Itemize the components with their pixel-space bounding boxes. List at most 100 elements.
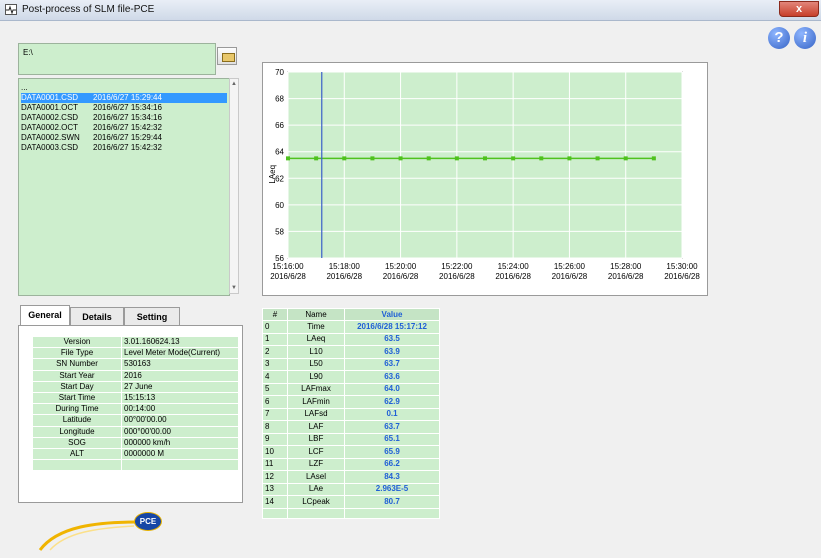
property-key: Start Day xyxy=(33,381,122,393)
table-cell: LAF xyxy=(287,420,345,434)
scroll-down-icon[interactable]: ▼ xyxy=(231,285,237,291)
values-table: # Name Value 0 Time 2016/6/28 15:17:12 1 LAeq 63… xyxy=(262,308,440,519)
data-point xyxy=(651,156,656,161)
property-value: 000°00'00.00 xyxy=(121,426,238,438)
table-cell: 1 xyxy=(262,332,288,346)
property-value: 530163 xyxy=(121,358,238,371)
open-folder-button[interactable] xyxy=(217,47,237,65)
property-row: SOG 000000 km/h xyxy=(33,437,238,449)
table-cell: LZF xyxy=(287,457,345,471)
file-date: 2016/6/27 15:29:44 xyxy=(93,133,162,142)
path-text: E:\ xyxy=(23,48,33,57)
table-cell: 84.3 xyxy=(344,470,440,484)
table-cell: 64.0 xyxy=(344,382,440,396)
file-list-item[interactable]: DATA0002.SWN 2016/6/27 15:29:44 xyxy=(21,133,227,143)
file-list-scrollbar[interactable]: ▲ ▼ xyxy=(229,78,239,294)
close-button[interactable]: x xyxy=(779,1,819,17)
table-cell: LAFmax xyxy=(287,382,345,396)
table-cell: L90 xyxy=(287,370,345,384)
table-row: 11 LZF 66.2 xyxy=(262,457,440,471)
x-tick-time: 15:20:00 xyxy=(385,262,417,271)
file-date: 2016/6/27 15:34:16 xyxy=(93,113,162,122)
table-cell: 12 xyxy=(262,470,288,484)
table-cell: 63.5 xyxy=(344,332,440,346)
file-name: DATA0002.CSD xyxy=(21,113,79,122)
table-cell: 63.9 xyxy=(344,345,440,359)
data-point xyxy=(511,156,516,161)
property-key: Longitude xyxy=(33,426,122,438)
y-tick-label: 68 xyxy=(275,95,284,104)
data-point xyxy=(454,156,459,161)
table-cell: Time xyxy=(287,320,345,334)
table-row-empty xyxy=(262,507,440,519)
table-cell: LCpeak xyxy=(287,495,345,509)
file-name: DATA0001.CSD xyxy=(21,93,79,102)
property-row: Longitude 000°00'00.00 xyxy=(33,426,238,438)
property-row: ALT 0000000 M xyxy=(33,448,238,461)
table-cell: LAsel xyxy=(287,470,345,484)
table-row: 4 L90 63.6 xyxy=(262,370,440,384)
file-list-item[interactable]: DATA0002.OCT 2016/6/27 15:42:32 xyxy=(21,123,227,133)
property-key: SN Number xyxy=(33,358,122,371)
data-point xyxy=(342,156,347,161)
file-date: 2016/6/27 15:29:44 xyxy=(93,93,162,102)
window-title: Post-process of SLM file-PCE xyxy=(22,4,155,15)
table-cell: 2016/6/28 15:17:12 xyxy=(344,320,440,334)
property-value: 15:15:13 xyxy=(121,392,238,405)
logo-swoosh xyxy=(38,520,137,551)
table-row: 5 LAFmax 64.0 xyxy=(262,382,440,396)
file-list-item[interactable]: DATA0003.CSD 2016/6/27 15:42:32 xyxy=(21,143,227,153)
x-tick-date: 2016/6/28 xyxy=(270,272,306,281)
property-value: 3.01.160624.13 xyxy=(121,337,238,349)
table-cell: 80.7 xyxy=(344,495,440,509)
file-list[interactable]: ... DATA0001.CSD 2016/6/27 15:29:44 DATA00… xyxy=(18,78,230,296)
table-row: 3 L50 63.7 xyxy=(262,357,440,371)
tab-setting[interactable]: Setting xyxy=(124,307,180,325)
x-tick-date: 2016/6/28 xyxy=(495,272,531,281)
table-cell: LAe xyxy=(287,482,345,496)
file-list-parent[interactable]: ... xyxy=(21,83,227,93)
table-row: 8 LAF 63.7 xyxy=(262,420,440,434)
app-icon xyxy=(5,4,17,15)
property-key: File Type xyxy=(33,347,122,360)
data-point xyxy=(539,156,544,161)
data-point xyxy=(370,156,375,161)
table-row: 10 LCF 65.9 xyxy=(262,445,440,459)
table-cell: 7 xyxy=(262,407,288,421)
table-cell: 0.1 xyxy=(344,407,440,421)
column-header: Name xyxy=(287,308,345,321)
table-cell: 2.963E-5 xyxy=(344,482,440,496)
tab-general[interactable]: General xyxy=(20,305,70,326)
table-cell: LBF xyxy=(287,432,345,446)
scroll-up-icon[interactable]: ▲ xyxy=(231,81,237,87)
property-value: 2016 xyxy=(121,370,238,382)
properties-table: Version 3.01.160624.13 File Type Level Mete… xyxy=(33,337,238,472)
file-name: DATA0001.OCT xyxy=(21,103,79,112)
property-row: Start Day 27 June xyxy=(33,381,238,393)
table-cell: 9 xyxy=(262,432,288,446)
tab-details[interactable]: Details xyxy=(70,307,124,325)
table-cell: 5 xyxy=(262,382,288,396)
table-cell: LAFmin xyxy=(287,395,345,409)
file-list-item[interactable]: DATA0001.CSD 2016/6/27 15:29:44 xyxy=(21,93,227,103)
property-row xyxy=(33,459,238,472)
title-bar: Post-process of SLM file-PCE x xyxy=(0,0,821,21)
folder-icon xyxy=(222,53,235,62)
path-display[interactable]: E:\ xyxy=(18,43,216,75)
table-cell: 3 xyxy=(262,357,288,371)
file-list-item[interactable]: DATA0001.OCT 2016/6/27 15:34:16 xyxy=(21,103,227,113)
data-point xyxy=(314,156,319,161)
table-cell xyxy=(262,507,288,519)
property-key: SOG xyxy=(33,437,122,449)
table-row: 9 LBF 65.1 xyxy=(262,432,440,446)
x-tick-date: 2016/6/28 xyxy=(326,272,362,281)
file-list-item[interactable]: DATA0002.CSD 2016/6/27 15:34:16 xyxy=(21,113,227,123)
table-cell: LAFsd xyxy=(287,407,345,421)
info-icon[interactable]: i xyxy=(794,27,816,49)
plot-area xyxy=(287,71,683,259)
data-point xyxy=(595,156,600,161)
property-row: File Type Level Meter Mode(Current) xyxy=(33,347,238,360)
help-icon[interactable]: ? xyxy=(768,27,790,49)
data-point xyxy=(398,156,403,161)
x-tick-date: 2016/6/28 xyxy=(439,272,475,281)
